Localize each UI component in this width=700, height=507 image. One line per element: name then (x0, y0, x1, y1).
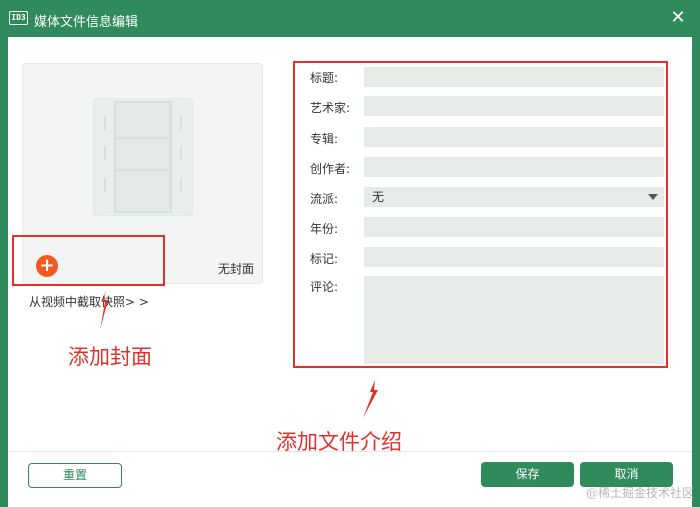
watermark: @稀土掘金技术社区 (585, 486, 694, 500)
save-button[interactable]: 保存 (481, 462, 574, 487)
add-cover-annotation: 添加封面 (68, 345, 152, 369)
file-intro-arrow (363, 380, 378, 418)
add-cover-arrow (100, 290, 108, 330)
reset-button[interactable]: 重置 (28, 463, 122, 488)
footer-divider (8, 451, 692, 452)
